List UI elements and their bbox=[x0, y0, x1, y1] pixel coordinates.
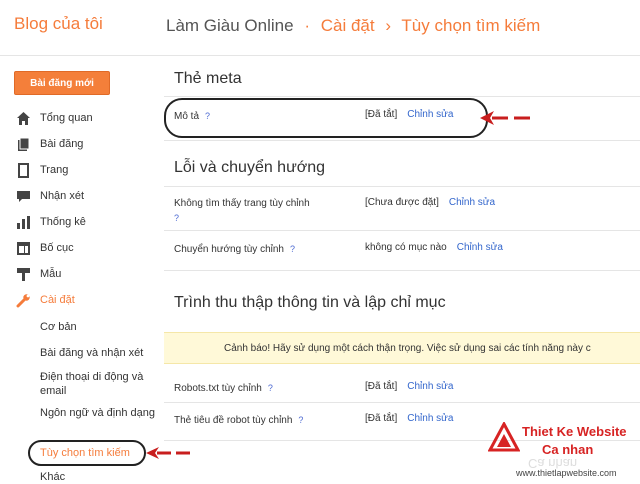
sidebar-item-posts[interactable]: Bài đăng bbox=[16, 134, 83, 154]
stats-icon bbox=[16, 215, 31, 230]
logo-url: www.thietlapwebsite.com bbox=[516, 468, 617, 478]
value-text: [Chưa được đặt] bbox=[365, 197, 439, 208]
divider bbox=[164, 186, 640, 187]
sub-item-basic[interactable]: Cơ bản bbox=[40, 320, 155, 334]
divider bbox=[164, 230, 640, 231]
sidebar-item-label: Bố cục bbox=[40, 242, 74, 254]
layout-icon bbox=[16, 241, 31, 256]
value-text: [Đã tắt] bbox=[365, 413, 398, 424]
sub-item-other[interactable]: Khác bbox=[40, 470, 155, 484]
watermark-logo: Thiet Ke Website Ca nhan Ca nhan www.thi… bbox=[486, 418, 640, 480]
home-icon bbox=[16, 111, 31, 126]
highlight-oval-search-preferences bbox=[28, 440, 146, 466]
wrench-icon bbox=[16, 293, 31, 308]
sidebar-item-label: Thống kê bbox=[40, 216, 86, 228]
value-text: [Đã tắt] bbox=[365, 381, 398, 392]
highlight-oval-description bbox=[164, 98, 488, 138]
pages-icon bbox=[16, 162, 31, 178]
sub-item-language-format[interactable]: Ngôn ngữ và định dạng bbox=[40, 406, 155, 420]
breadcrumb: Làm Giàu Online · Cài đặt › Tùy chọn tìm… bbox=[166, 16, 540, 36]
help-icon[interactable]: ? bbox=[174, 213, 179, 223]
app-title[interactable]: Blog của tôi bbox=[14, 14, 103, 34]
arrow-left-icon bbox=[146, 447, 190, 459]
breadcrumb-settings[interactable]: Cài đặt bbox=[321, 16, 375, 35]
logo-line2: Ca nhan bbox=[542, 442, 594, 457]
label-text: Thẻ tiêu đề robot tùy chỉnh bbox=[174, 415, 293, 426]
sidebar-item-template[interactable]: Mẫu bbox=[16, 264, 61, 284]
edit-link[interactable]: Chỉnh sửa bbox=[407, 381, 453, 392]
help-icon[interactable]: ? bbox=[298, 415, 303, 425]
label-text: Robots.txt tùy chỉnh bbox=[174, 383, 262, 394]
sidebar-item-overview[interactable]: Tổng quan bbox=[16, 108, 93, 128]
label-text: Chuyển hướng tùy chỉnh bbox=[174, 244, 284, 255]
divider bbox=[164, 402, 640, 403]
sidebar-item-layout[interactable]: Bố cục bbox=[16, 238, 74, 258]
new-post-button[interactable]: Bài đăng mới bbox=[14, 71, 110, 95]
edit-link[interactable]: Chỉnh sửa bbox=[407, 413, 453, 424]
sidebar-item-settings[interactable]: Cài đặt bbox=[16, 290, 75, 310]
edit-link[interactable]: Chỉnh sửa bbox=[457, 242, 503, 253]
warning-banner: Cảnh báo! Hãy sử dụng một cách thận trọn… bbox=[164, 332, 640, 364]
row-label-custom-redirects: Chuyển hướng tùy chỉnh? bbox=[174, 242, 295, 257]
section-title-errors: Lỗi và chuyển hướng bbox=[174, 159, 326, 176]
sub-item-mobile-email[interactable]: Điện thoại di động và email bbox=[40, 370, 155, 398]
blog-name[interactable]: Làm Giàu Online bbox=[166, 16, 294, 35]
logo-line1: Thiet Ke Website bbox=[522, 424, 627, 439]
section-title-meta: Thẻ meta bbox=[174, 70, 242, 87]
sidebar-item-comments[interactable]: Nhận xét bbox=[16, 186, 84, 206]
row-label-robots-txt: Robots.txt tùy chỉnh? bbox=[174, 381, 273, 396]
breadcrumb-arrow: › bbox=[385, 16, 391, 35]
value-text: không có mục nào bbox=[365, 242, 447, 253]
breadcrumb-separator: · bbox=[304, 16, 310, 35]
breadcrumb-search-options: Tùy chọn tìm kiếm bbox=[401, 16, 541, 35]
sidebar-item-label: Cài đặt bbox=[40, 294, 75, 306]
sidebar-item-label: Tổng quan bbox=[40, 112, 93, 124]
divider bbox=[164, 96, 640, 97]
sidebar-item-label: Trang bbox=[40, 164, 69, 176]
row-value-custom-404: [Chưa được đặt] Chỉnh sửa bbox=[365, 197, 495, 208]
divider bbox=[164, 270, 640, 271]
sidebar-item-stats[interactable]: Thống kê bbox=[16, 212, 86, 232]
template-icon bbox=[16, 267, 31, 282]
sidebar-item-pages[interactable]: Trang bbox=[16, 160, 68, 180]
divider bbox=[164, 140, 640, 141]
row-label-custom-404: Không tìm thấy trang tùy chỉnh? bbox=[174, 197, 354, 226]
row-value-robots-txt: [Đã tắt] Chỉnh sửa bbox=[365, 381, 453, 392]
label-text: Không tìm thấy trang tùy chỉnh bbox=[174, 198, 310, 209]
comments-icon bbox=[16, 189, 31, 204]
section-title-crawlers: Trình thu thập thông tin và lập chỉ mục bbox=[174, 294, 446, 311]
sidebar-item-label: Mẫu bbox=[40, 268, 62, 280]
arrow-left-icon bbox=[480, 111, 530, 125]
sidebar-item-label: Bài đăng bbox=[40, 138, 84, 150]
row-label-robot-header-tags: Thẻ tiêu đề robot tùy chỉnh? bbox=[174, 413, 303, 428]
help-icon[interactable]: ? bbox=[268, 383, 273, 393]
triangle-logo-icon bbox=[488, 422, 520, 452]
row-value-robot-header-tags: [Đã tắt] Chỉnh sửa bbox=[365, 413, 453, 424]
help-icon[interactable]: ? bbox=[290, 244, 295, 254]
sub-item-posts-comments[interactable]: Bài đăng và nhận xét bbox=[40, 346, 155, 360]
edit-link[interactable]: Chỉnh sửa bbox=[449, 197, 495, 208]
row-value-custom-redirects: không có mục nào Chỉnh sửa bbox=[365, 242, 503, 253]
posts-icon bbox=[16, 137, 31, 152]
sidebar-item-label: Nhận xét bbox=[40, 190, 85, 202]
